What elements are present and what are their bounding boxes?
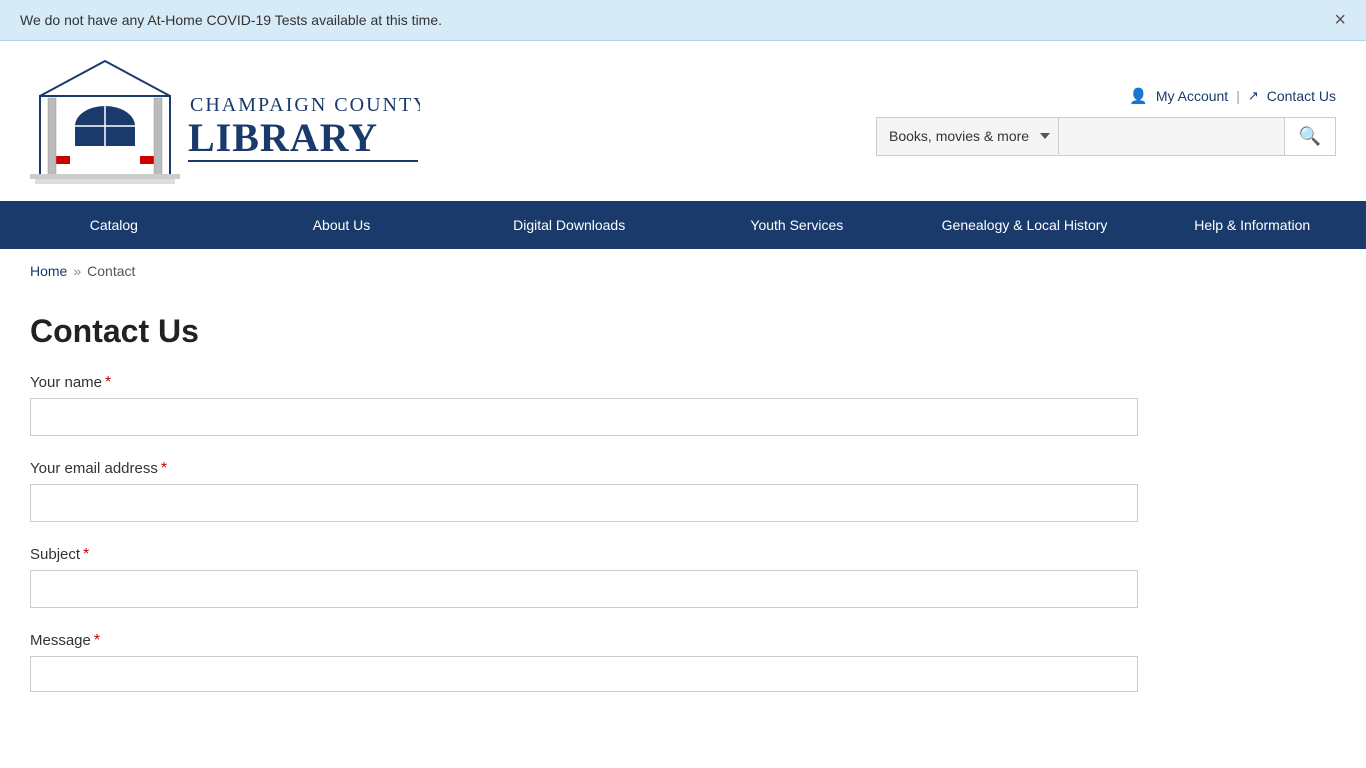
- required-star-subject: *: [83, 546, 89, 563]
- search-icon: 🔍: [1299, 126, 1321, 146]
- nav-item-digital-downloads[interactable]: Digital Downloads: [455, 201, 683, 249]
- search-bar: Books, movies & more 🔍: [876, 117, 1336, 156]
- alert-close-button[interactable]: ×: [1334, 10, 1346, 30]
- label-email: Your email address*: [30, 460, 1170, 478]
- required-star-email: *: [161, 460, 167, 477]
- input-your-name[interactable]: [30, 398, 1138, 436]
- form-group-email: Your email address*: [30, 460, 1170, 522]
- alert-message: We do not have any At-Home COVID-19 Test…: [20, 12, 442, 28]
- main-content: Contact Us Your name* Your email address…: [0, 293, 1200, 756]
- my-account-link[interactable]: My Account: [1156, 88, 1228, 104]
- svg-text:CHAMPAIGN COUNTY: CHAMPAIGN COUNTY: [190, 94, 420, 116]
- library-logo: CHAMPAIGN COUNTY LIBRARY: [30, 56, 420, 186]
- label-your-name: Your name*: [30, 374, 1170, 392]
- required-star-name: *: [105, 374, 111, 391]
- alert-banner: We do not have any At-Home COVID-19 Test…: [0, 0, 1366, 41]
- nav-item-catalog[interactable]: Catalog: [0, 201, 228, 249]
- external-link-icon: ↗: [1248, 88, 1259, 104]
- navbar: Catalog About Us Digital Downloads Youth…: [0, 201, 1366, 249]
- page-title: Contact Us: [30, 313, 1170, 350]
- breadcrumb-home-link[interactable]: Home: [30, 263, 67, 279]
- required-star-message: *: [94, 632, 100, 649]
- search-input[interactable]: [1059, 118, 1284, 154]
- nav-item-about-us[interactable]: About Us: [228, 201, 456, 249]
- input-email[interactable]: [30, 484, 1138, 522]
- contact-us-link[interactable]: Contact Us: [1267, 88, 1336, 104]
- header-links: 👤 My Account | ↗ Contact Us: [1129, 87, 1336, 105]
- logo-area: CHAMPAIGN COUNTY LIBRARY: [30, 56, 420, 186]
- form-group-message: Message*: [30, 632, 1170, 692]
- header: CHAMPAIGN COUNTY LIBRARY 👤 My Account | …: [0, 41, 1366, 201]
- nav-item-help[interactable]: Help & Information: [1138, 201, 1366, 249]
- svg-text:LIBRARY: LIBRARY: [188, 115, 378, 160]
- breadcrumb: Home » Contact: [0, 249, 1366, 293]
- search-category-dropdown[interactable]: Books, movies & more: [877, 118, 1059, 154]
- input-subject[interactable]: [30, 570, 1138, 608]
- breadcrumb-separator: »: [73, 263, 81, 279]
- breadcrumb-current: Contact: [87, 263, 135, 279]
- search-button[interactable]: 🔍: [1284, 118, 1335, 155]
- header-right: 👤 My Account | ↗ Contact Us Books, movie…: [876, 87, 1336, 156]
- nav-item-youth-services[interactable]: Youth Services: [683, 201, 911, 249]
- label-message: Message*: [30, 632, 1170, 650]
- label-subject: Subject*: [30, 546, 1170, 564]
- form-group-subject: Subject*: [30, 546, 1170, 608]
- nav-item-genealogy[interactable]: Genealogy & Local History: [911, 201, 1139, 249]
- pipe-separator: |: [1236, 88, 1240, 104]
- form-group-name: Your name*: [30, 374, 1170, 436]
- input-message[interactable]: [30, 656, 1138, 692]
- user-icon: 👤: [1129, 87, 1148, 105]
